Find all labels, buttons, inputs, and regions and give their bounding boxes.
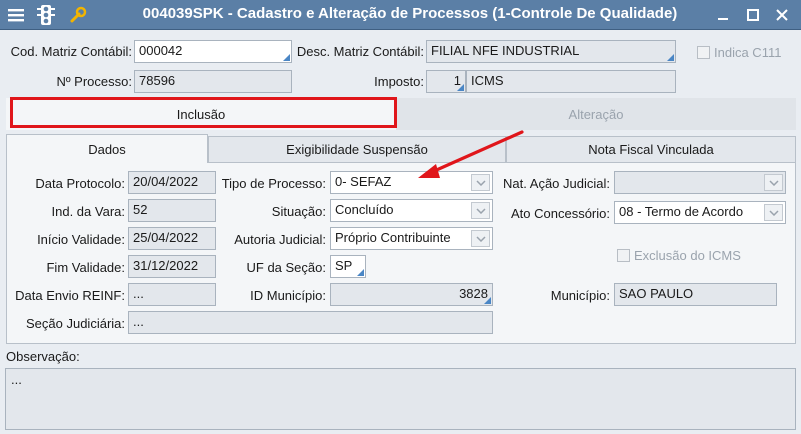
subtab-nota-fiscal[interactable]: Nota Fiscal Vinculada xyxy=(506,136,796,162)
lookup-icon xyxy=(667,54,674,61)
subtab-nota-fiscal-label: Nota Fiscal Vinculada xyxy=(588,142,714,157)
close-icon[interactable] xyxy=(771,4,793,26)
exclusao-icms-label: Exclusão do ICMS xyxy=(634,248,741,263)
municipio-field: SAO PAULO xyxy=(614,283,777,306)
ato-concessorio-label: Ato Concessório: xyxy=(511,206,610,221)
nprocesso-label: Nº Processo: xyxy=(56,74,132,89)
observacao-label: Observação: xyxy=(6,349,80,364)
subtab-exigibilidade-label: Exigibilidade Suspensão xyxy=(286,142,428,157)
data-envio-reinf-field[interactable]: ... xyxy=(128,283,216,306)
cod-matriz-value: 000042 xyxy=(139,43,183,58)
ato-concessorio-select[interactable]: 08 - Termo de Acordo xyxy=(614,201,786,224)
chevron-down-icon[interactable] xyxy=(471,230,490,247)
traffic-light-icon[interactable] xyxy=(36,5,56,25)
municipio-value: SAO PAULO xyxy=(619,286,694,301)
secao-judiciaria-field[interactable]: ... xyxy=(128,311,493,334)
cod-matriz-field[interactable]: 000042 xyxy=(134,40,292,63)
inicio-validade-value: 25/04/2022 xyxy=(133,230,199,245)
ind-vara-field[interactable]: 52 xyxy=(128,199,216,222)
ind-vara-label: Ind. da Vara: xyxy=(51,204,125,219)
desc-matriz-field[interactable]: FILIAL NFE INDUSTRIAL xyxy=(426,40,676,63)
imposto-label: Imposto: xyxy=(374,74,424,89)
indica-c111-checkbox[interactable] xyxy=(697,46,710,59)
window-title: 004039SPK - Cadastro e Alteração de Proc… xyxy=(142,5,678,22)
autoria-judicial-select[interactable]: Próprio Contribuinte xyxy=(330,227,493,250)
tipo-processo-value: 0- SEFAZ xyxy=(335,174,392,189)
situacao-label: Situação: xyxy=(271,204,326,219)
imposto-code-field[interactable]: 1 xyxy=(426,70,466,93)
data-protocolo-field[interactable]: 20/04/2022 xyxy=(128,171,216,194)
ind-vara-value: 52 xyxy=(133,202,148,217)
tab-alteracao[interactable]: Alteração xyxy=(396,98,796,130)
secao-judiciaria-value: ... xyxy=(133,314,144,329)
situacao-select[interactable]: Concluído xyxy=(330,199,493,222)
title-bar: 004039SPK - Cadastro e Alteração de Proc… xyxy=(0,0,801,30)
cod-matriz-label: Cod. Matriz Contábil: xyxy=(10,44,132,59)
nprocesso-field[interactable]: 78596 xyxy=(134,70,292,93)
autoria-judicial-value: Próprio Contribuinte xyxy=(335,230,451,245)
tipo-processo-label: Tipo de Processo: xyxy=(221,176,326,191)
uf-secao-field[interactable]: SP xyxy=(330,255,366,278)
subtab-dados-label: Dados xyxy=(88,141,126,157)
list-icon[interactable] xyxy=(6,5,26,25)
annotation-arrow xyxy=(418,130,524,178)
uf-secao-label: UF da Seção: xyxy=(246,260,327,275)
desc-matriz-label: Desc. Matriz Contábil: xyxy=(296,44,424,59)
data-envio-reinf-value: ... xyxy=(133,286,144,301)
nprocesso-value: 78596 xyxy=(139,73,176,88)
lookup-icon xyxy=(484,297,491,304)
maximize-icon[interactable] xyxy=(742,4,764,26)
inicio-validade-label: Início Validade: xyxy=(37,232,125,247)
chevron-down-icon[interactable] xyxy=(764,174,783,191)
fim-validade-label: Fim Validade: xyxy=(46,260,125,275)
fim-validade-value: 31/12/2022 xyxy=(133,258,199,273)
lookup-icon xyxy=(457,84,464,91)
id-municipio-field[interactable]: 3828 xyxy=(330,283,493,306)
uf-secao-value: SP xyxy=(335,258,353,273)
situacao-value: Concluído xyxy=(335,202,394,217)
nat-acao-select[interactable] xyxy=(614,171,786,194)
imposto-name-value: ICMS xyxy=(471,73,504,88)
municipio-label: Município: xyxy=(550,288,610,303)
id-municipio-label: ID Município: xyxy=(250,288,326,303)
subtab-dados[interactable]: Dados xyxy=(6,134,208,163)
tab-alteracao-label: Alteração xyxy=(568,106,624,122)
data-envio-reinf-label: Data Envio REINF: xyxy=(15,288,125,303)
wrench-icon[interactable] xyxy=(68,5,88,25)
lookup-icon xyxy=(357,269,364,276)
ato-concessorio-value: 08 - Termo de Acordo xyxy=(619,204,744,219)
indica-c111-label: Indica C111 xyxy=(714,45,782,60)
autoria-judicial-label: Autoria Judicial: xyxy=(234,232,326,247)
observacao-textarea[interactable]: ... xyxy=(5,368,796,430)
desc-matriz-value: FILIAL NFE INDUSTRIAL xyxy=(431,43,580,58)
secao-judiciaria-label: Seção Judiciária: xyxy=(26,316,125,331)
fim-validade-field[interactable]: 31/12/2022 xyxy=(128,255,216,278)
data-protocolo-label: Data Protocolo: xyxy=(35,176,125,191)
inclusao-highlight-box xyxy=(10,97,397,128)
exclusao-icms-checkbox[interactable] xyxy=(617,249,630,262)
lookup-icon xyxy=(283,54,290,61)
chevron-down-icon[interactable] xyxy=(764,204,783,221)
chevron-down-icon[interactable] xyxy=(471,202,490,219)
inicio-validade-field[interactable]: 25/04/2022 xyxy=(128,227,216,250)
data-protocolo-value: 20/04/2022 xyxy=(133,174,199,189)
imposto-name-field: ICMS xyxy=(466,70,676,93)
minimize-icon[interactable] xyxy=(712,4,734,26)
observacao-value: ... xyxy=(11,372,22,387)
